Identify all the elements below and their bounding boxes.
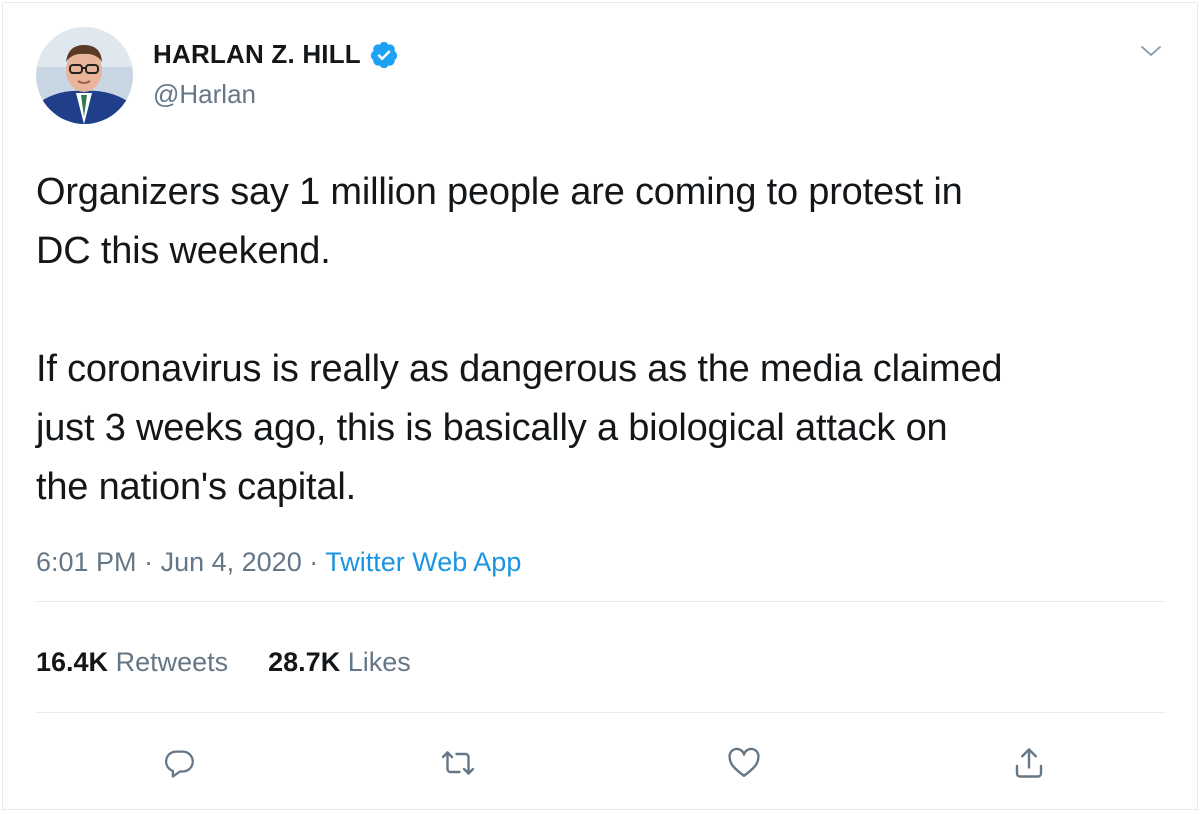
likes-count: 28.7K xyxy=(268,647,341,677)
author-name-row[interactable]: HARLAN Z. HILL xyxy=(153,39,399,70)
reply-icon xyxy=(164,750,194,778)
meta-separator: · xyxy=(144,547,154,577)
divider xyxy=(36,712,1166,713)
tweet-card: HARLAN Z. HILL @Harlan Organizers say 1 … xyxy=(2,2,1198,810)
meta-separator: · xyxy=(309,547,319,577)
retweet-button[interactable] xyxy=(436,741,480,785)
avatar[interactable] xyxy=(36,27,133,124)
heart-icon xyxy=(728,747,760,777)
likes-stat[interactable]: 28.7K Likes xyxy=(268,647,411,678)
like-button[interactable] xyxy=(722,741,766,785)
chevron-down-icon[interactable] xyxy=(1139,39,1163,63)
likes-label: Likes xyxy=(347,647,411,677)
tweet-source-link[interactable]: Twitter Web App xyxy=(325,547,521,577)
retweets-count: 16.4K xyxy=(36,647,109,677)
share-button[interactable] xyxy=(1007,741,1051,785)
retweets-label: Retweets xyxy=(115,647,229,677)
tweet-actions xyxy=(3,741,1197,791)
reply-button[interactable] xyxy=(158,741,202,785)
tweet-time[interactable]: 6:01 PM xyxy=(36,547,137,577)
retweets-stat[interactable]: 16.4K Retweets xyxy=(36,647,228,678)
tweet-stats: 16.4K Retweets 28.7K Likes xyxy=(36,647,411,678)
tweet-date[interactable]: Jun 4, 2020 xyxy=(161,547,302,577)
verified-badge-icon xyxy=(369,40,399,70)
divider xyxy=(36,601,1166,602)
author-handle[interactable]: @Harlan xyxy=(153,79,256,110)
author-display-name[interactable]: HARLAN Z. HILL xyxy=(153,39,361,70)
tweet-meta: 6:01 PM · Jun 4, 2020 · Twitter Web App xyxy=(36,547,521,578)
share-icon xyxy=(1015,748,1043,778)
retweet-icon xyxy=(441,751,475,775)
tweet-text: Organizers say 1 million people are comi… xyxy=(36,171,1003,508)
avatar-image xyxy=(36,27,133,124)
